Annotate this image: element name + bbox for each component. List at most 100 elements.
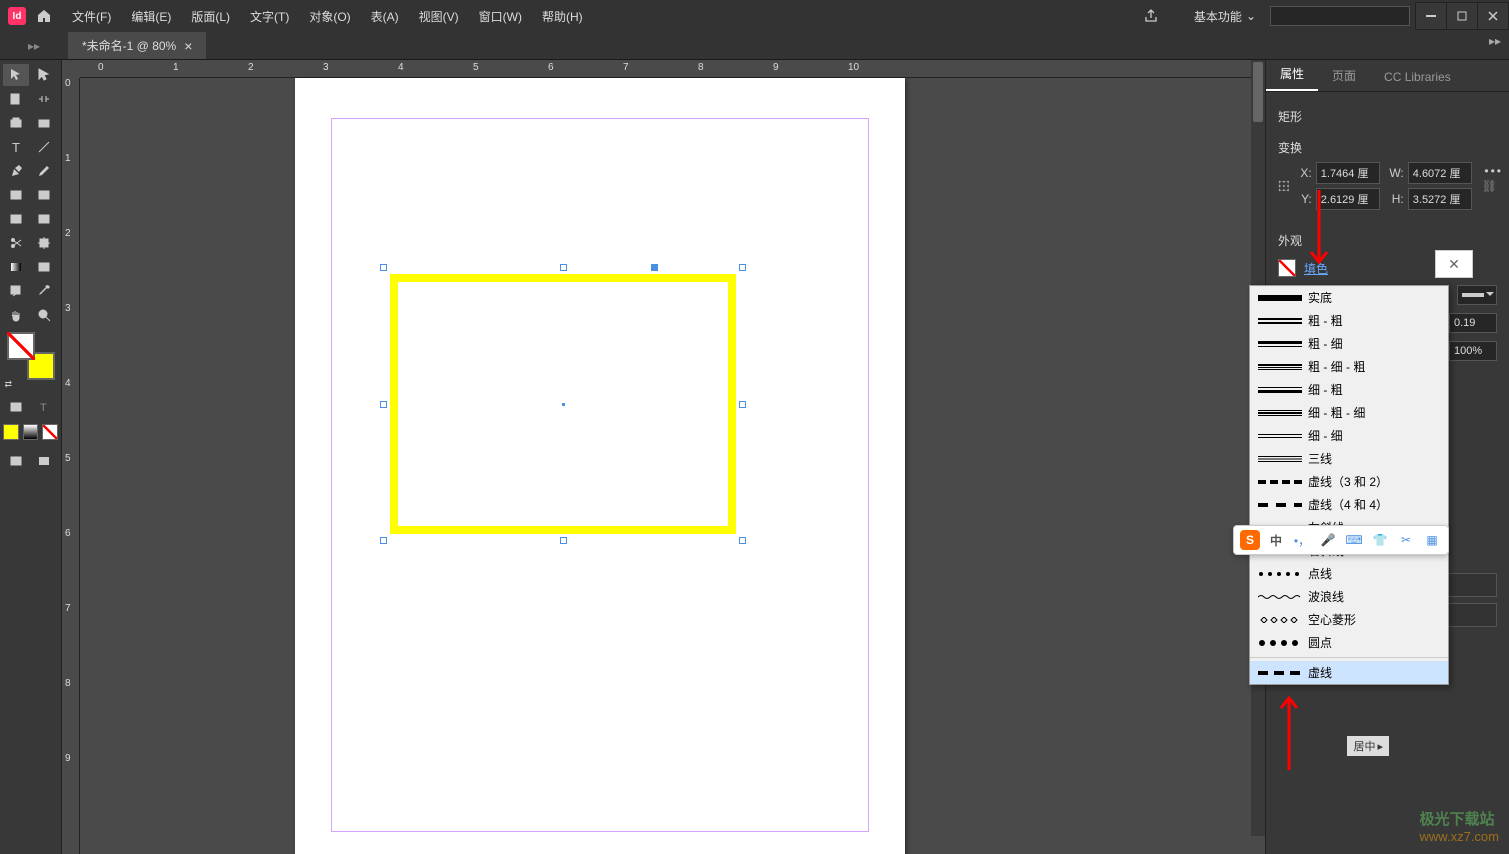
page[interactable] bbox=[295, 78, 905, 854]
stroke-style-item[interactable]: 虚线（4 和 4） bbox=[1250, 493, 1448, 516]
fill-swatch-icon[interactable] bbox=[1278, 259, 1296, 277]
eyedropper-tool[interactable] bbox=[31, 280, 57, 302]
stroke-style-item[interactable]: 三线 bbox=[1250, 447, 1448, 470]
stroke-style-item[interactable]: 粗 - 细 bbox=[1250, 332, 1448, 355]
ime-keyboard-icon[interactable]: ⌨ bbox=[1344, 530, 1364, 550]
search-input[interactable] bbox=[1270, 6, 1410, 26]
share-icon[interactable] bbox=[1136, 1, 1166, 31]
tab-pages[interactable]: 页面 bbox=[1318, 60, 1370, 91]
stroke-style-item[interactable]: 空心菱形 bbox=[1250, 608, 1448, 631]
selection-handles[interactable] bbox=[383, 267, 743, 541]
opacity-input[interactable] bbox=[1449, 341, 1497, 361]
ime-grid-icon[interactable]: ▦ bbox=[1422, 530, 1442, 550]
normal-view-button[interactable] bbox=[3, 450, 29, 472]
ruler-tick: 8 bbox=[65, 678, 71, 689]
apply-gradient-button[interactable] bbox=[23, 424, 39, 440]
menu-file[interactable]: 文件(F) bbox=[62, 4, 121, 29]
format-container-icon[interactable] bbox=[3, 396, 29, 418]
ime-lang-button[interactable]: 中 bbox=[1266, 530, 1286, 550]
gradient-feather-tool[interactable] bbox=[31, 256, 57, 278]
pencil-tool[interactable] bbox=[31, 160, 57, 182]
y-input[interactable] bbox=[1316, 188, 1380, 210]
gradient-swatch-tool[interactable] bbox=[3, 256, 29, 278]
menu-table[interactable]: 表(A) bbox=[361, 4, 409, 29]
stroke-style-item[interactable]: 波浪线 bbox=[1250, 585, 1448, 608]
hand-tool[interactable] bbox=[3, 304, 29, 326]
ime-toolbar[interactable]: S 中 •， 🎤 ⌨ 👕 ✂ ▦ bbox=[1233, 525, 1449, 555]
horizontal-ruler[interactable]: 0 1 2 3 4 5 6 7 8 9 10 bbox=[80, 60, 1265, 78]
direct-selection-tool[interactable] bbox=[31, 64, 57, 86]
content-placer-tool[interactable] bbox=[31, 112, 57, 134]
fill-stroke-swatch[interactable]: ⇄ bbox=[7, 332, 55, 380]
stroke-style-item[interactable]: 圆点 bbox=[1250, 631, 1448, 654]
content-collector-tool[interactable] bbox=[3, 112, 29, 134]
apply-none-button[interactable] bbox=[42, 424, 58, 440]
note-tool[interactable] bbox=[3, 280, 29, 302]
menu-edit[interactable]: 编辑(E) bbox=[121, 4, 181, 29]
ruler-tick: 0 bbox=[98, 62, 104, 73]
menu-help[interactable]: 帮助(H) bbox=[532, 4, 593, 29]
menu-layout[interactable]: 版面(L) bbox=[181, 4, 240, 29]
stroke-style-item[interactable]: 粗 - 细 - 粗 bbox=[1250, 355, 1448, 378]
ime-skin-icon[interactable]: 👕 bbox=[1370, 530, 1390, 550]
rectangle-tool[interactable] bbox=[31, 184, 57, 206]
stroke-style-label: 细 - 粗 bbox=[1308, 381, 1343, 398]
stroke-style-dropdown[interactable] bbox=[1457, 285, 1497, 305]
line-tool[interactable] bbox=[31, 136, 57, 158]
selection-tool[interactable] bbox=[3, 64, 29, 86]
preview-view-button[interactable] bbox=[31, 450, 57, 472]
panel-collapse-chevron[interactable]: ▸▸ bbox=[1489, 34, 1501, 48]
x-input[interactable] bbox=[1316, 162, 1380, 184]
stroke-style-item[interactable]: 点线 bbox=[1250, 562, 1448, 585]
fill-link[interactable]: 填色 bbox=[1304, 260, 1328, 277]
swap-indicator-icon[interactable]: ⇄ bbox=[5, 379, 13, 390]
fill-swatch[interactable] bbox=[7, 332, 35, 360]
stroke-style-item[interactable]: 实底 bbox=[1250, 286, 1448, 309]
page-tool[interactable] bbox=[3, 88, 29, 110]
document-tab[interactable]: *未命名-1 @ 80% × bbox=[68, 32, 206, 59]
canvas[interactable]: 0 1 2 3 4 5 6 7 8 9 10 0 1 2 3 4 5 6 7 8… bbox=[62, 60, 1265, 854]
reference-point-widget[interactable] bbox=[1278, 172, 1290, 200]
ime-punct-button[interactable]: •， bbox=[1292, 530, 1312, 550]
gap-tool[interactable] bbox=[31, 88, 57, 110]
stroke-style-item[interactable]: 粗 - 粗 bbox=[1250, 309, 1448, 332]
scissors-tool[interactable] bbox=[3, 232, 29, 254]
close-button[interactable] bbox=[1477, 2, 1509, 30]
tab-cc-libraries[interactable]: CC Libraries bbox=[1370, 63, 1465, 91]
ime-tool-icon[interactable]: ✂ bbox=[1396, 530, 1416, 550]
stroke-style-item[interactable]: 细 - 粗 bbox=[1250, 378, 1448, 401]
pen-tool[interactable] bbox=[3, 160, 29, 182]
constrain-icon[interactable]: ⛓︎ bbox=[1482, 179, 1497, 193]
ime-voice-icon[interactable]: 🎤 bbox=[1318, 530, 1338, 550]
rectangle-frame-tool[interactable] bbox=[3, 184, 29, 206]
stroke-style-item[interactable]: 细 - 粗 - 细 bbox=[1250, 401, 1448, 424]
panel-chevron-icon[interactable]: ▸▸ bbox=[28, 39, 40, 53]
more-options-icon[interactable]: ••• bbox=[1484, 164, 1503, 178]
free-transform-tool[interactable] bbox=[31, 232, 57, 254]
maximize-button[interactable] bbox=[1446, 2, 1478, 30]
w-input[interactable] bbox=[1408, 162, 1472, 184]
h-input[interactable] bbox=[1408, 188, 1472, 210]
workspace-dropdown[interactable]: 基本功能 ⌄ bbox=[1186, 4, 1264, 29]
zoom-tool[interactable] bbox=[31, 304, 57, 326]
minimize-button[interactable] bbox=[1415, 2, 1447, 30]
apply-color-button[interactable] bbox=[3, 424, 19, 440]
home-button[interactable] bbox=[32, 4, 56, 28]
stroke-style-item-custom[interactable]: 虚线 bbox=[1250, 661, 1448, 684]
menu-window[interactable]: 窗口(W) bbox=[469, 4, 532, 29]
menu-object[interactable]: 对象(O) bbox=[299, 4, 360, 29]
close-tab-icon[interactable]: × bbox=[184, 38, 192, 54]
dismiss-notification[interactable]: ✕ bbox=[1435, 250, 1473, 278]
menu-view[interactable]: 视图(V) bbox=[409, 4, 469, 29]
table-tool[interactable] bbox=[3, 208, 29, 230]
stroke-style-item[interactable]: 虚线（3 和 2） bbox=[1250, 470, 1448, 493]
tab-properties[interactable]: 属性 bbox=[1266, 58, 1318, 91]
type-tool[interactable]: T bbox=[3, 136, 29, 158]
status-center[interactable]: 居中▸ bbox=[1347, 736, 1389, 756]
stroke-style-item[interactable]: 细 - 细 bbox=[1250, 424, 1448, 447]
corner-input[interactable] bbox=[1449, 313, 1497, 333]
menu-text[interactable]: 文字(T) bbox=[240, 4, 299, 29]
vertical-ruler[interactable]: 0 1 2 3 4 5 6 7 8 9 bbox=[62, 78, 80, 854]
table-cell-tool[interactable] bbox=[31, 208, 57, 230]
format-text-icon[interactable]: T bbox=[31, 396, 57, 418]
